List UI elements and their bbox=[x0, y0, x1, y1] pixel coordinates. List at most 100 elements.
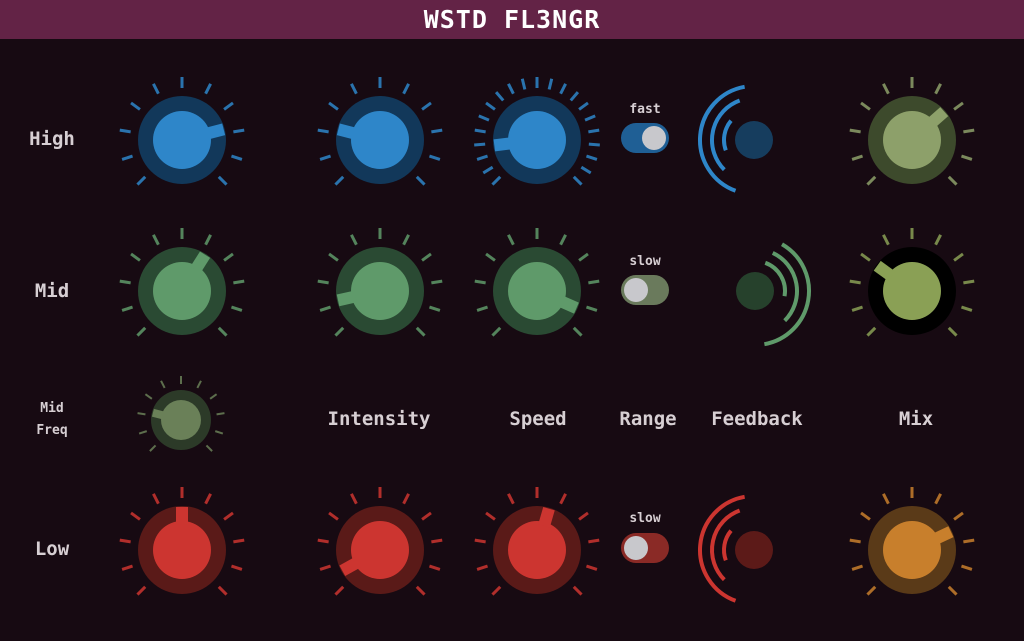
low-gain-knob[interactable] bbox=[112, 480, 252, 620]
high-feedback-control[interactable] bbox=[690, 84, 790, 205]
high-intensity-knob[interactable] bbox=[310, 70, 450, 210]
row-label-mid-freq-line2: Freq bbox=[36, 423, 68, 438]
knob-tick bbox=[860, 101, 871, 111]
knob-tick bbox=[953, 511, 964, 521]
knob-cap bbox=[883, 521, 941, 579]
knob-tick bbox=[476, 305, 489, 312]
knob-tick bbox=[428, 154, 441, 161]
low-intensity-knob[interactable] bbox=[310, 480, 450, 620]
mid-intensity-knob[interactable] bbox=[310, 221, 450, 361]
knob-tick bbox=[144, 393, 153, 400]
low-mix-knob[interactable] bbox=[842, 480, 982, 620]
knob-tick bbox=[121, 154, 134, 161]
knob-tick bbox=[547, 78, 554, 90]
knob-tick bbox=[588, 279, 600, 285]
knob-tick bbox=[136, 585, 147, 596]
knob-pointer bbox=[339, 556, 361, 576]
knob-tick bbox=[130, 101, 141, 111]
mid-gain-knob[interactable] bbox=[112, 221, 252, 361]
knob-tick bbox=[866, 175, 877, 186]
mid-feedback-control[interactable] bbox=[730, 242, 830, 356]
knob-cap bbox=[351, 262, 409, 320]
knob-tick bbox=[119, 279, 131, 285]
knob-tick bbox=[960, 305, 973, 312]
knob-pointer bbox=[151, 408, 167, 420]
knob-tick bbox=[482, 165, 494, 175]
knob-tick bbox=[851, 154, 864, 161]
knob-pointer bbox=[190, 251, 211, 274]
high-speed-knob[interactable] bbox=[467, 70, 607, 210]
knob-tick bbox=[585, 305, 598, 312]
knob-tick bbox=[233, 128, 245, 134]
high-range-toggle-label: fast bbox=[629, 102, 661, 117]
knob-tick bbox=[328, 101, 339, 111]
knob-tick bbox=[866, 326, 877, 337]
knob-tick bbox=[934, 83, 942, 95]
mid-speed-knob[interactable] bbox=[467, 221, 607, 361]
knob-tick bbox=[402, 83, 410, 95]
knob-tick bbox=[569, 91, 580, 102]
knob-tick bbox=[588, 142, 600, 147]
knob-tick bbox=[572, 175, 583, 186]
knob-pointer bbox=[557, 295, 579, 314]
low-speed-knob[interactable] bbox=[467, 480, 607, 620]
knob-pointer bbox=[336, 290, 357, 307]
knob-tick bbox=[953, 101, 964, 111]
mid-mix-knob[interactable] bbox=[842, 221, 982, 361]
high-mix-knob[interactable] bbox=[842, 70, 982, 210]
knob-tick bbox=[233, 279, 245, 285]
knob-tick bbox=[866, 585, 877, 596]
column-label-mix: Mix bbox=[898, 408, 934, 430]
knob-tick bbox=[319, 564, 332, 571]
knob-tick bbox=[485, 101, 496, 111]
mid-freq-knob[interactable] bbox=[131, 370, 231, 470]
knob-pointer bbox=[336, 123, 358, 140]
mid-range-toggle[interactable] bbox=[620, 274, 670, 306]
knob-tick bbox=[860, 252, 871, 262]
knob-tick bbox=[960, 154, 973, 161]
knob-tick bbox=[431, 128, 443, 134]
feedback-dot bbox=[735, 121, 773, 159]
knob-cap bbox=[508, 521, 566, 579]
knob-tick bbox=[415, 326, 426, 337]
knob-tick bbox=[559, 83, 567, 95]
low-feedback-control[interactable] bbox=[690, 494, 790, 615]
knob-tick bbox=[584, 114, 596, 122]
knob-tick bbox=[485, 252, 496, 262]
knob-tick bbox=[138, 430, 148, 435]
knob-tick bbox=[476, 564, 489, 571]
knob-tick bbox=[428, 305, 441, 312]
knob-tick bbox=[334, 585, 345, 596]
low-range-toggle[interactable] bbox=[620, 532, 670, 564]
knob-tick bbox=[415, 175, 426, 186]
high-gain-knob[interactable] bbox=[112, 70, 252, 210]
toggle-thumb bbox=[624, 536, 648, 560]
knob-tick bbox=[216, 412, 225, 416]
knob-tick bbox=[585, 564, 598, 571]
knob-tick bbox=[233, 538, 245, 544]
knob-tick bbox=[572, 326, 583, 337]
knob-tick bbox=[585, 154, 598, 161]
knob-tick bbox=[217, 585, 228, 596]
knob-tick bbox=[121, 305, 134, 312]
knob-tick bbox=[328, 511, 339, 521]
knob-tick bbox=[317, 279, 329, 285]
knob-tick bbox=[130, 511, 141, 521]
knob-tick bbox=[963, 128, 975, 134]
knob-tick bbox=[223, 252, 234, 262]
knob-tick bbox=[205, 444, 213, 452]
knob-cap bbox=[153, 262, 211, 320]
knob-tick bbox=[578, 511, 589, 521]
knob-cap bbox=[351, 521, 409, 579]
knob-tick bbox=[319, 154, 332, 161]
knob-tick bbox=[431, 279, 443, 285]
high-range-toggle[interactable] bbox=[620, 122, 670, 154]
knob-tick bbox=[350, 493, 358, 505]
knob-tick bbox=[520, 78, 527, 90]
knob-pointer bbox=[932, 526, 954, 545]
knob-tick bbox=[882, 234, 890, 246]
knob-tick bbox=[152, 83, 160, 95]
knob-tick bbox=[882, 493, 890, 505]
knob-tick bbox=[230, 564, 243, 571]
knob-tick bbox=[476, 154, 489, 161]
